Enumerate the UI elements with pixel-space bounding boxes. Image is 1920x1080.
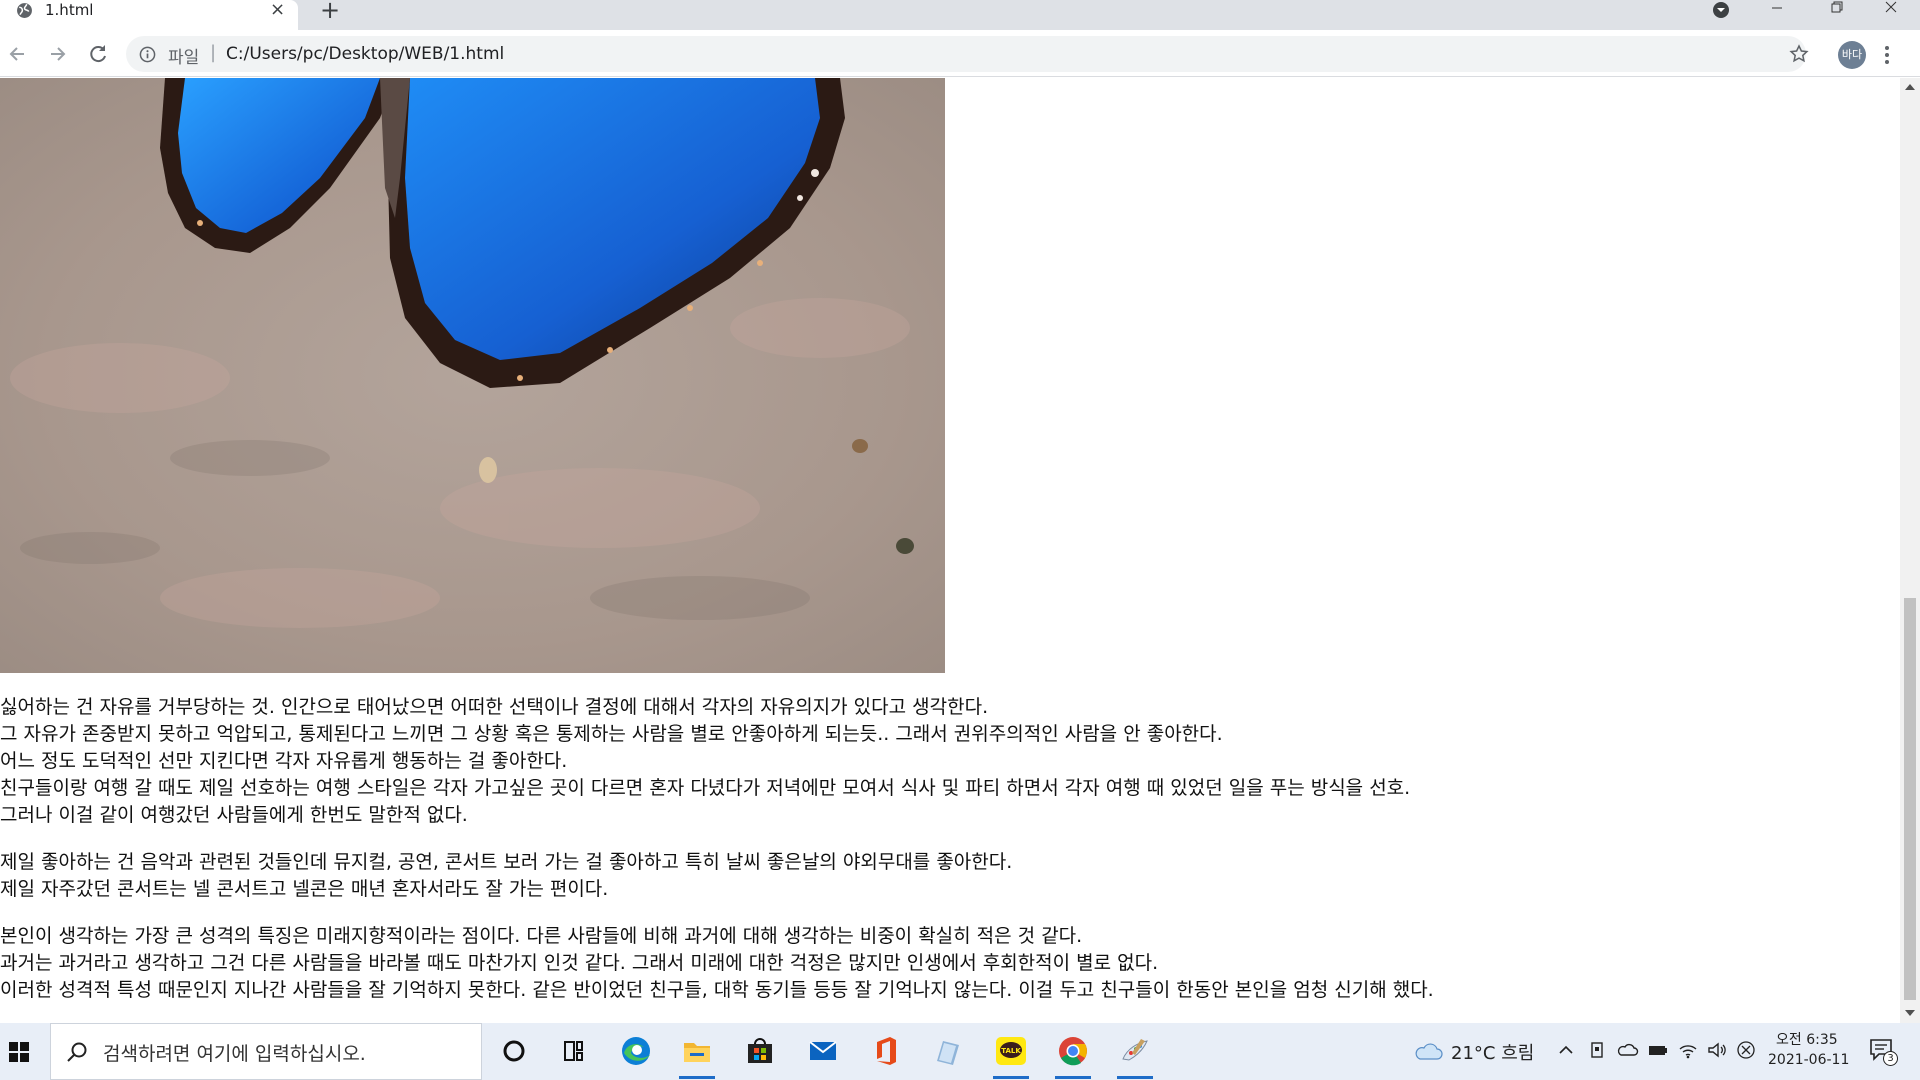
browser-toolbar: 파일 | C:/Users/pc/Desktop/WEB/1.html — [0, 30, 1920, 77]
vertical-scrollbar[interactable] — [1900, 78, 1920, 1023]
svg-text:TALK: TALK — [1001, 1047, 1021, 1055]
globe-icon — [17, 3, 32, 18]
battery-icon[interactable] — [1647, 1039, 1669, 1061]
text-line: 이러한 성격적 특성 때문인지 지나간 사람들을 잘 기억하지 못한다. 같은 … — [0, 979, 1434, 1001]
text-line: 그 자유가 존중받지 못하고 억압되고, 통제된다고 느끼면 그 상황 혹은 통… — [0, 723, 1223, 745]
kakaotalk-icon: TALK — [996, 1037, 1026, 1065]
forward-arrow-icon[interactable] — [43, 40, 71, 68]
paragraph-1: 싫어하는 건 자유를 거부당하는 것. 인간으로 태어났으면 어떠한 선택이나 … — [0, 694, 1890, 829]
weather-text[interactable]: 21°C 흐림 — [1451, 1039, 1534, 1065]
scroll-down-arrow-icon[interactable] — [1905, 1010, 1915, 1016]
new-tab-button[interactable]: + — [320, 0, 340, 24]
tab-search-icon[interactable] — [1711, 0, 1731, 20]
chrome-icon — [1059, 1037, 1087, 1066]
address-bar[interactable]: 파일 | C:/Users/pc/Desktop/WEB/1.html — [126, 36, 1809, 72]
back-arrow-icon[interactable] — [4, 40, 32, 68]
browser-tab-strip: 1.html × + — [0, 0, 1920, 30]
text-line: 제일 자주갔던 콘서트는 넬 콘서트고 넬콘은 매년 혼자서라도 잘 가는 편이… — [0, 878, 609, 900]
task-view-icon[interactable] — [553, 1031, 593, 1071]
minimize-icon[interactable] — [1748, 0, 1806, 26]
mail-icon[interactable] — [803, 1031, 843, 1071]
url-separator: | — [210, 42, 217, 63]
page-viewport: 싫어하는 건 자유를 거부당하는 것. 인간으로 태어났으면 어떠한 선택이나 … — [0, 78, 1900, 1023]
paragraph-3: 본인이 생각하는 가장 큰 성격의 특징은 미래지향적이라는 점이다. 다른 사… — [0, 923, 1890, 1004]
volume-icon[interactable] — [1706, 1039, 1728, 1061]
bookmark-star-icon[interactable] — [1789, 44, 1809, 64]
chrome-taskbar-button[interactable] — [1053, 1031, 1093, 1079]
taskbar-search-box[interactable]: 검색하려면 여기에 입력하십시오. — [50, 1023, 482, 1080]
edge-icon[interactable] — [616, 1031, 656, 1071]
store-icon[interactable] — [740, 1031, 780, 1071]
text-line: 과거는 과거라고 생각하고 그건 다른 사람들을 바라볼 때도 마찬가지 인것 … — [0, 952, 1159, 974]
paint-taskbar-button[interactable] — [1115, 1031, 1155, 1079]
text-line: 어느 정도 도덕적인 선만 지킨다면 각자 자유롭게 행동하는 걸 좋아한다. — [0, 750, 568, 772]
chevron-up-icon[interactable] — [1555, 1039, 1577, 1061]
notepad-icon[interactable] — [927, 1031, 967, 1071]
close-tab-icon[interactable]: × — [270, 0, 285, 20]
tab-title: 1.html — [45, 1, 94, 19]
cloud-weather-icon[interactable] — [1413, 1039, 1443, 1061]
scheme-label: 파일 — [168, 48, 200, 68]
notification-count-badge: 3 — [1883, 1051, 1898, 1066]
article-body: 싫어하는 건 자유를 거부당하는 것. 인간으로 태어났으면 어떠한 선택이나 … — [0, 694, 1890, 1023]
text-line: 제일 좋아하는 건 음악과 관련된 것들인데 뮤지컬, 공연, 콘서트 보러 가… — [0, 851, 1013, 873]
text-line: 본인이 생각하는 가장 큰 성격의 특징은 미래지향적이라는 점이다. 다른 사… — [0, 925, 1083, 947]
office-icon[interactable] — [866, 1031, 906, 1071]
text-line: 싫어하는 건 자유를 거부당하는 것. 인간으로 태어났으면 어떠한 선택이나 … — [0, 696, 989, 718]
onedrive-cloud-icon[interactable] — [1617, 1039, 1639, 1061]
browser-tab[interactable]: 1.html × — [0, 0, 298, 30]
text-line: 친구들이랑 여행 갈 때도 제일 선호하는 여행 스타일은 각자 가고싶은 곳이… — [0, 777, 1411, 799]
reload-icon[interactable] — [84, 40, 112, 68]
scrollbar-thumb[interactable] — [1904, 598, 1916, 1000]
windows-taskbar: 검색하려면 여기에 입력하십시오. TALK 21°C 흐림 오전 6:35 2… — [0, 1023, 1920, 1080]
paragraph-2: 제일 좋아하는 건 음악과 관련된 것들인데 뮤지컬, 공연, 콘서트 보러 가… — [0, 849, 1890, 903]
butterfly-image — [0, 78, 945, 673]
kakaotalk-taskbar-button[interactable]: TALK — [991, 1031, 1031, 1079]
info-icon[interactable] — [139, 46, 156, 63]
wifi-icon[interactable] — [1677, 1039, 1699, 1061]
network-disconnected-icon[interactable] — [1735, 1039, 1757, 1061]
file-explorer-taskbar-button[interactable] — [677, 1031, 717, 1079]
windows-start-icon[interactable] — [0, 1023, 48, 1080]
clock-time[interactable]: 오전 6:35 — [1776, 1029, 1838, 1049]
scroll-up-arrow-icon[interactable] — [1905, 84, 1915, 90]
text-line: 그러나 이걸 같이 여행갔던 사람들에게 한번도 말한적 없다. — [0, 804, 468, 826]
search-icon — [67, 1042, 87, 1062]
cortana-icon[interactable] — [494, 1031, 534, 1071]
more-menu-icon[interactable] — [1882, 42, 1892, 68]
profile-avatar[interactable]: 바다 — [1838, 41, 1866, 69]
url-text[interactable]: C:/Users/pc/Desktop/WEB/1.html — [226, 44, 504, 64]
file-explorer-icon — [684, 1043, 710, 1062]
paint-icon — [1122, 1039, 1148, 1061]
device-icon[interactable] — [1586, 1039, 1608, 1061]
search-placeholder: 검색하려면 여기에 입력하십시오. — [103, 1043, 366, 1065]
clock-date[interactable]: 2021-06-11 — [1768, 1052, 1849, 1068]
window-close-icon[interactable] — [1862, 0, 1920, 26]
restore-icon[interactable] — [1806, 0, 1864, 26]
